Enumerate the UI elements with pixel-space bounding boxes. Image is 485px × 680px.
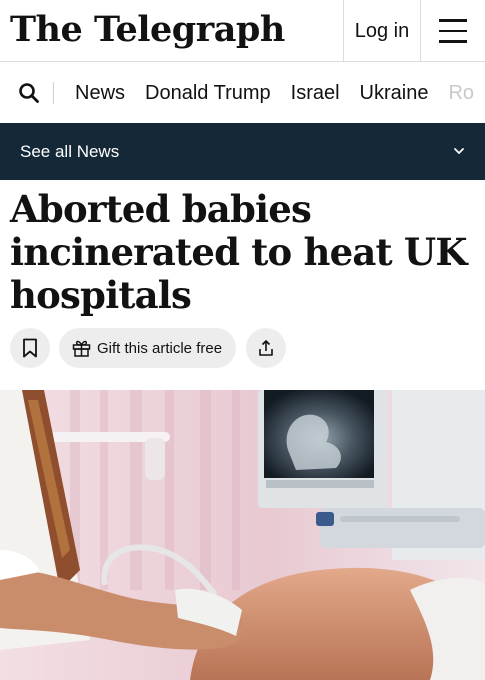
gift-icon xyxy=(72,340,91,357)
nav-items: News Donald Trump Israel Ukraine Ro xyxy=(75,63,474,123)
bookmark-icon xyxy=(23,338,37,358)
top-bar: The Telegraph Log in xyxy=(0,0,485,62)
gift-article-button[interactable]: Gift this article free xyxy=(59,328,236,368)
article-image xyxy=(0,390,485,680)
search-icon[interactable] xyxy=(18,82,40,104)
masthead-logo[interactable]: The Telegraph xyxy=(10,4,285,56)
nav-item-israel[interactable]: Israel xyxy=(291,82,340,105)
see-all-news-bar[interactable]: See all News xyxy=(0,123,485,180)
article-headline: Aborted babies incinerated to heat UK ho… xyxy=(10,187,468,317)
nav-item-ukraine[interactable]: Ukraine xyxy=(360,82,429,105)
nav-item-truncated[interactable]: Ro xyxy=(448,82,474,105)
share-icon xyxy=(259,340,273,356)
section-nav: News Donald Trump Israel Ukraine Ro xyxy=(0,63,485,123)
login-button[interactable]: Log in xyxy=(343,0,421,62)
ultrasound-scan-photo xyxy=(0,390,485,680)
share-button[interactable] xyxy=(246,328,286,368)
gift-article-label: Gift this article free xyxy=(97,339,223,357)
hamburger-menu-icon[interactable] xyxy=(421,0,485,62)
bookmark-button[interactable] xyxy=(10,328,50,368)
chevron-down-icon xyxy=(454,148,464,154)
nav-item-donald-trump[interactable]: Donald Trump xyxy=(145,82,271,105)
see-all-news-label: See all News xyxy=(20,142,120,161)
nav-divider xyxy=(53,82,54,104)
nav-item-news[interactable]: News xyxy=(75,82,125,105)
